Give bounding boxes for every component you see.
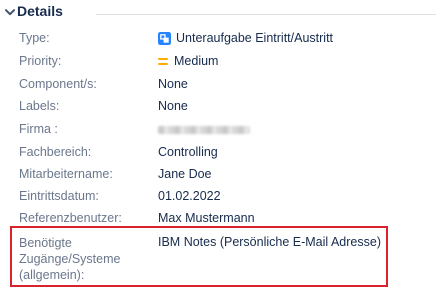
components-label: Component/s: (19, 77, 97, 91)
field-row-mitarbeitername: Mitarbeitername: Jane Doe (0, 166, 436, 186)
field-row-firma: Firma : (0, 121, 436, 141)
chevron-down-icon[interactable] (5, 9, 15, 16)
labels-value[interactable]: None (158, 98, 188, 115)
referenzbenutzer-label: Referenzbenutzer: (19, 211, 122, 225)
field-row-labels: Labels: None (0, 98, 436, 118)
mitarbeitername-label: Mitarbeitername: (19, 167, 113, 181)
priority-medium-icon (158, 58, 168, 65)
field-row-components: Component/s: None (0, 76, 436, 96)
field-row-type: Type: Unteraufgabe Eintritt/Austritt (0, 30, 436, 50)
highlight-box (10, 226, 388, 287)
eintrittsdatum-value[interactable]: 01.02.2022 (158, 188, 221, 205)
type-label: Type: (19, 31, 50, 45)
firma-label: Firma : (19, 122, 58, 136)
priority-value-text: Medium (174, 54, 219, 68)
subtask-icon (158, 32, 171, 45)
firma-value-redacted (158, 121, 250, 139)
type-value-text: Unteraufgabe Eintritt/Austritt (176, 31, 334, 45)
field-row-eintrittsdatum: Eintrittsdatum: 01.02.2022 (0, 188, 436, 208)
redacted-text (158, 126, 250, 134)
fachbereich-value[interactable]: Controlling (158, 144, 218, 161)
details-title: Details (17, 3, 63, 19)
mitarbeitername-value[interactable]: Jane Doe (158, 166, 212, 183)
header-divider (96, 14, 436, 15)
fachbereich-label: Fachbereich: (19, 145, 92, 159)
components-value[interactable]: None (158, 76, 188, 93)
priority-label: Priority: (19, 54, 62, 68)
priority-value[interactable]: Medium (158, 53, 218, 70)
type-value[interactable]: Unteraufgabe Eintritt/Austritt (158, 30, 333, 47)
labels-label: Labels: (19, 99, 60, 113)
details-section-header[interactable]: Details (0, 0, 436, 24)
referenzbenutzer-value[interactable]: Max Mustermann (158, 210, 255, 227)
eintrittsdatum-label: Eintrittsdatum: (19, 189, 99, 203)
field-row-priority: Priority: Medium (0, 53, 436, 73)
field-row-fachbereich: Fachbereich: Controlling (0, 144, 436, 164)
